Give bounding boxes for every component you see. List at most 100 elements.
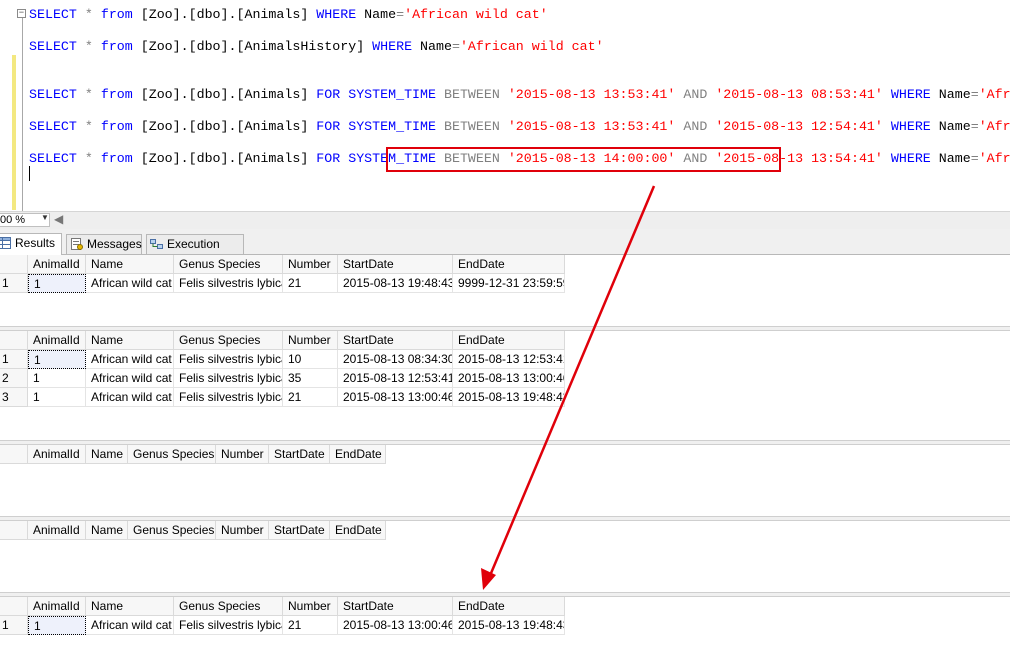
table-cell[interactable]: African wild cat: [86, 388, 174, 407]
table-cell[interactable]: 21: [283, 616, 338, 635]
table-cell[interactable]: 35: [283, 369, 338, 388]
code-token: 'African wild cat': [978, 87, 1010, 102]
column-header[interactable]: AnimalId: [28, 445, 86, 464]
column-header[interactable]: AnimalId: [28, 597, 86, 616]
column-header[interactable]: StartDate: [338, 331, 453, 350]
table-cell[interactable]: 9999-12-31 23:59:59: [453, 274, 565, 293]
table-cell[interactable]: 2015-08-13 08:34:30: [338, 350, 453, 369]
tab-messages[interactable]: Messages: [66, 234, 142, 254]
code-token: from: [100, 151, 133, 166]
code-line[interactable]: SELECT * from [Zoo].[dbo].[Animals] WHER…: [29, 7, 548, 23]
column-header[interactable]: Number: [216, 521, 269, 540]
grid-corner[interactable]: [0, 521, 28, 540]
code-line[interactable]: SELECT * from [Zoo].[dbo].[Animals] FOR …: [29, 119, 1010, 135]
table-cell[interactable]: 2015-08-13 19:48:43: [338, 274, 453, 293]
code-line[interactable]: SELECT * from [Zoo].[dbo].[AnimalsHistor…: [29, 39, 604, 55]
grid-corner[interactable]: [0, 255, 28, 274]
row-number[interactable]: 3: [0, 388, 28, 407]
row-number[interactable]: 1: [0, 350, 28, 369]
result-grid[interactable]: AnimalId Name Genus Species Number StartDate…: [0, 521, 1010, 597]
column-header[interactable]: Name: [86, 255, 174, 274]
tab-results-label: Results: [15, 236, 56, 250]
row-number[interactable]: 1: [0, 616, 28, 635]
column-header[interactable]: Genus Species: [174, 597, 283, 616]
column-header[interactable]: Name: [86, 445, 128, 464]
table-cell[interactable]: African wild cat: [86, 350, 174, 369]
result-grid[interactable]: AnimalId Name Genus Species Number StartDate…: [0, 597, 1010, 659]
row-number[interactable]: 2: [0, 369, 28, 388]
table-cell[interactable]: 1: [28, 350, 86, 369]
code-token: *: [84, 87, 93, 102]
column-header[interactable]: EndDate: [453, 331, 565, 350]
column-header[interactable]: Genus Species: [128, 445, 216, 464]
table-cell[interactable]: Felis silvestris lybica: [174, 388, 283, 407]
column-header[interactable]: StartDate: [269, 445, 330, 464]
tab-execution-plan[interactable]: Execution plan: [146, 234, 244, 270]
column-header[interactable]: StartDate: [269, 521, 330, 540]
table-cell[interactable]: 2015-08-13 19:48:43: [453, 388, 565, 407]
column-header[interactable]: EndDate: [330, 445, 386, 464]
column-header[interactable]: Name: [86, 597, 174, 616]
table-cell[interactable]: Felis silvestris lybica: [174, 274, 283, 293]
column-header[interactable]: EndDate: [453, 597, 565, 616]
column-header[interactable]: Genus Species: [174, 331, 283, 350]
column-header[interactable]: Genus Species: [128, 521, 216, 540]
table-cell[interactable]: 21: [283, 388, 338, 407]
table-cell[interactable]: Felis silvestris lybica: [174, 616, 283, 635]
collapse-icon[interactable]: −: [17, 9, 26, 18]
row-number[interactable]: 1: [0, 274, 28, 293]
table-cell[interactable]: 2015-08-13 13:00:46: [338, 388, 453, 407]
table-cell[interactable]: 21: [283, 274, 338, 293]
tab-results[interactable]: Results: [0, 233, 62, 255]
code-token: [Zoo].[dbo].[AnimalsHistory]: [132, 39, 373, 54]
column-header[interactable]: Number: [216, 445, 269, 464]
table-cell[interactable]: 1: [28, 616, 86, 635]
table-cell[interactable]: African wild cat: [86, 274, 174, 293]
table-cell[interactable]: 2015-08-13 13:00:46: [453, 369, 565, 388]
code-token: 'African wild cat': [404, 7, 548, 22]
column-header[interactable]: StartDate: [338, 597, 453, 616]
table-cell[interactable]: 2015-08-13 19:48:43: [453, 616, 565, 635]
grid-corner[interactable]: [0, 331, 28, 350]
column-header[interactable]: Number: [283, 331, 338, 350]
table-cell[interactable]: 2015-08-13 12:53:41: [453, 350, 565, 369]
grid-corner[interactable]: [0, 597, 28, 616]
column-header[interactable]: StartDate: [338, 255, 453, 274]
code-line[interactable]: SELECT * from [Zoo].[dbo].[Animals] FOR …: [29, 87, 1010, 103]
code-token: Name: [356, 7, 397, 22]
table-cell[interactable]: 2015-08-13 12:53:41: [338, 369, 453, 388]
column-header[interactable]: Name: [86, 521, 128, 540]
code-token: 'African wild cat': [978, 119, 1010, 134]
column-header[interactable]: Number: [283, 255, 338, 274]
table-cell[interactable]: Felis silvestris lybica: [174, 369, 283, 388]
column-header[interactable]: Genus Species: [174, 255, 283, 274]
table-cell[interactable]: African wild cat: [86, 616, 174, 635]
scroll-left-icon[interactable]: ◀: [54, 212, 63, 226]
column-header[interactable]: AnimalId: [28, 255, 86, 274]
table-cell[interactable]: African wild cat: [86, 369, 174, 388]
code-token: SELECT: [29, 87, 77, 102]
column-header[interactable]: EndDate: [330, 521, 386, 540]
chevron-down-icon[interactable]: ▼: [41, 213, 49, 222]
column-header[interactable]: EndDate: [453, 255, 565, 274]
table-cell[interactable]: Felis silvestris lybica: [174, 350, 283, 369]
table-cell[interactable]: 1: [28, 388, 86, 407]
column-header[interactable]: AnimalId: [28, 331, 86, 350]
table-cell[interactable]: 2015-08-13 13:00:46: [338, 616, 453, 635]
column-header[interactable]: AnimalId: [28, 521, 86, 540]
result-grid[interactable]: AnimalId Name Genus Species Number StartDate…: [0, 255, 1010, 331]
column-header[interactable]: Number: [283, 597, 338, 616]
table-cell[interactable]: 10: [283, 350, 338, 369]
query-editor[interactable]: − SELECT * from [Zoo].[dbo].[Animals] WH…: [0, 0, 1010, 211]
result-grid[interactable]: AnimalId Name Genus Species Number StartDate…: [0, 445, 1010, 521]
table-cell[interactable]: 1: [28, 369, 86, 388]
column-header[interactable]: Name: [86, 331, 174, 350]
grid-corner[interactable]: [0, 445, 28, 464]
result-grid[interactable]: AnimalId Name Genus Species Number StartDate…: [0, 331, 1010, 445]
table-cell[interactable]: 1: [28, 274, 86, 293]
